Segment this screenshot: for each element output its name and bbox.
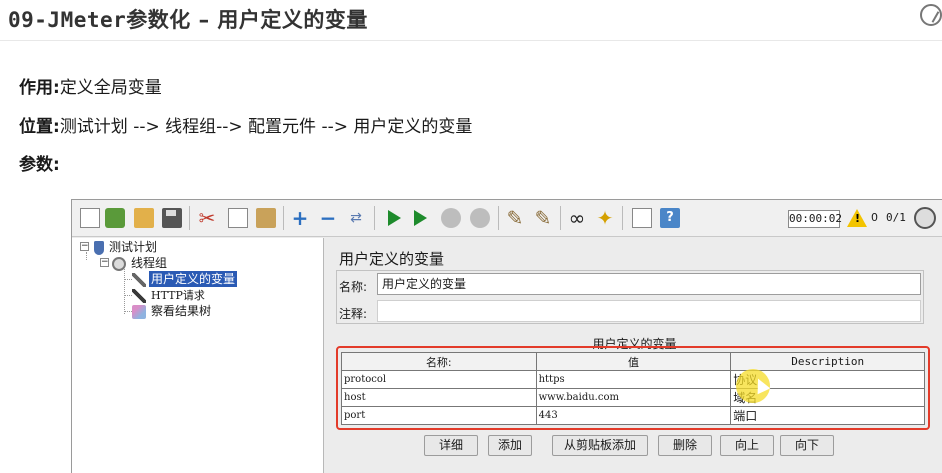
delete-button[interactable]: 删除 [658,435,712,456]
toolbar-separator [622,206,623,230]
templates-icon[interactable] [105,208,125,228]
purpose-value: 定义全局变量 [59,78,162,98]
tree-item-test-plan[interactable]: 测试计划 [94,239,159,255]
tree-item-thread-group[interactable]: 线程组 [112,255,169,271]
start-no-pause-icon[interactable] [414,210,427,226]
cell-name[interactable]: protocol [341,370,537,389]
tree-connector [124,279,132,280]
cell-name[interactable]: host [341,388,537,407]
variables-table-highlight: 名称: 值 Description protocol https 协议 host… [336,346,930,430]
tree-item-http-request[interactable]: HTTP请求 [132,287,207,303]
toggle-icon[interactable]: ⇄ [345,205,367,231]
toolbar-separator [498,206,499,230]
paste-icon[interactable] [256,208,276,228]
location-line: 位置:测试计划 --> 线程组--> 配置元件 --> 用户定义的变量 [19,112,472,137]
title-rest: 参数化 – 用户定义的变量 [126,8,368,32]
sampler-icon [132,288,146,303]
cut-icon[interactable]: ✂ [196,205,218,231]
move-down-button[interactable]: 向下 [780,435,834,456]
cell-value[interactable]: https [535,370,732,389]
tree-connector [124,295,132,296]
toolbar-separator [283,206,284,230]
toolbar-separator [560,206,561,230]
cell-description[interactable]: 端口 [730,406,925,425]
test-plan-icon [94,240,104,255]
cell-value[interactable]: 443 [535,406,732,425]
cell-name[interactable]: port [341,406,537,425]
tree-item-user-defined-variables[interactable]: 用户定义的变量 [132,271,238,287]
thread-count: 0/1 [886,211,906,224]
toolbar: ✂ + − ⇄ ✎ ✎ ∞ ✦ ? 00:00:02 0 0/1 [72,200,942,237]
tree-connector [124,311,132,312]
listener-icon [132,304,146,319]
copy-icon[interactable] [228,208,248,228]
table-header-row: 名称: 值 Description [341,352,925,371]
open-icon[interactable] [134,208,154,228]
test-plan-tree: − 测试计划 − 线程组 用户定义的变量 HTTP请求 察看结果树 [72,238,324,473]
config-panel: 用户定义的变量 名称: 用户定义的变量 注释: 用户定义的变量 名称: 值 De… [326,238,942,473]
add-from-clipboard-button[interactable]: 从剪贴板添加 [552,435,648,456]
comment-field[interactable] [377,300,921,322]
column-header-name[interactable]: 名称: [341,352,537,371]
toolbar-separator [374,206,375,230]
pen-tool-icon[interactable] [920,4,942,26]
name-label: 名称: [339,280,368,294]
table-row[interactable]: protocol https 协议 [341,370,925,389]
cell-value[interactable]: www.baidu.com [535,388,732,407]
location-key: 位置: [19,117,60,137]
params-key: 参数: [19,155,60,175]
clear-all-icon[interactable]: ✎ [532,205,554,231]
add-button[interactable]: 添加 [488,435,532,456]
location-value: 测试计划 --> 线程组--> 配置元件 --> 用户定义的变量 [59,117,473,137]
tree-item-label: 用户定义的变量 [149,271,238,287]
table-row[interactable]: port 443 端口 [341,406,925,425]
title-divider [0,40,942,41]
column-header-description[interactable]: Description [730,352,925,371]
comment-label: 注释: [339,307,368,321]
toolbar-separator [189,206,190,230]
new-icon[interactable] [80,208,100,228]
purpose-key: 作用: [19,78,60,98]
panel-title: 用户定义的变量 [339,250,445,268]
stop-icon[interactable] [441,208,461,228]
tree-item-label: 线程组 [131,256,168,270]
warning-count: 0 [871,211,878,224]
clear-icon[interactable]: ✎ [504,205,526,231]
variables-table: 名称: 值 Description protocol https 协议 host… [341,352,925,425]
remote-status-icon[interactable] [914,207,936,229]
move-up-button[interactable]: 向上 [720,435,774,456]
collapse-toggle[interactable]: − [80,242,89,251]
start-icon[interactable] [388,210,401,226]
collapse-toggle[interactable]: − [100,258,109,267]
table-row[interactable]: host www.baidu.com 域名 [341,388,925,407]
title-prefix: 09-JMeter [8,8,127,32]
shutdown-icon[interactable] [470,208,490,228]
column-header-value[interactable]: 值 [535,352,732,371]
tree-item-label: 察看结果树 [151,304,212,318]
tree-item-label: 测试计划 [109,240,158,254]
tree-connector [124,269,125,314]
config-element-icon [132,272,146,287]
details-button[interactable]: 详细 [424,435,478,456]
params-line: 参数: [19,150,60,175]
slide-title: 09-JMeter参数化 – 用户定义的变量 [8,4,368,34]
name-field[interactable]: 用户定义的变量 [377,273,921,295]
tree-item-label: HTTP请求 [151,289,205,302]
tree-connector [86,252,87,260]
function-helper-icon[interactable] [632,208,652,228]
search-icon[interactable]: ∞ [566,205,588,231]
help-icon[interactable]: ? [660,208,680,228]
warning-icon[interactable] [847,209,867,227]
tree-item-view-results-tree[interactable]: 察看结果树 [132,303,213,319]
save-icon[interactable] [162,208,182,228]
reset-search-icon[interactable]: ✦ [594,205,616,231]
collapse-icon[interactable]: − [317,205,339,231]
expand-icon[interactable]: + [289,205,311,231]
purpose-line: 作用:定义全局变量 [19,73,162,98]
thread-group-icon [112,256,126,271]
jmeter-window: ✂ + − ⇄ ✎ ✎ ∞ ✦ ? 00:00:02 0 0/1 − 测试计划 … [71,199,942,473]
elapsed-timer: 00:00:02 [788,210,842,228]
